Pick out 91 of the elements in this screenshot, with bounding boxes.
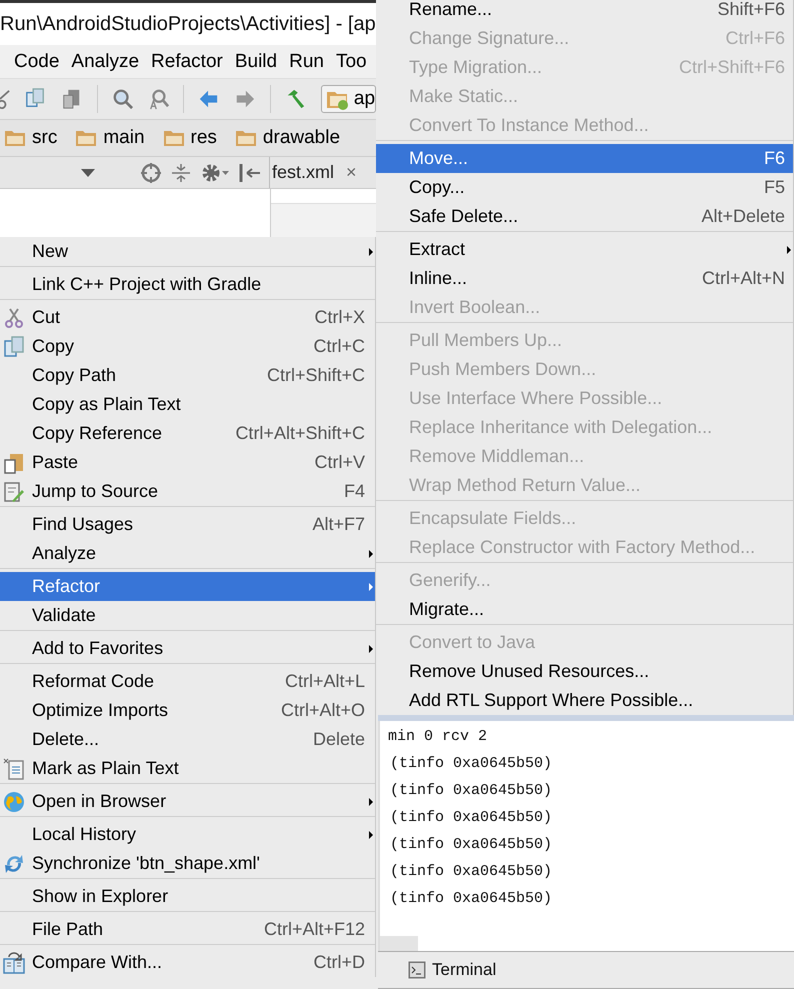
shortcut-label: Ctrl+Shift+C (266, 365, 365, 386)
menu-item[interactable]: Paste Ctrl+V (0, 448, 375, 477)
menu-item[interactable]: Local History (0, 820, 375, 849)
menu-item[interactable]: Link C++ Project with Gradle (0, 270, 375, 299)
sync-icon (3, 852, 25, 874)
menu-item[interactable]: Extract (376, 235, 793, 264)
copy-icon (3, 336, 25, 358)
menu-item[interactable]: Copy Path Ctrl+Shift+C (0, 361, 375, 390)
globe-icon (3, 790, 25, 812)
menu-item[interactable]: Reformat Code Ctrl+Alt+L (0, 667, 375, 696)
shortcut-label: Ctrl+Alt+Shift+C (234, 423, 365, 444)
console-line: (tinfo 0xa0645b50) (390, 808, 554, 828)
collapse-icon[interactable] (171, 162, 191, 182)
run-config-dropdown[interactable]: ap (320, 85, 376, 113)
text-file-icon (3, 758, 25, 780)
tool-window-tab[interactable]: Terminal (408, 960, 496, 980)
menu-item[interactable]: Add RTL Support Where Possible... (376, 686, 793, 715)
menu-item[interactable]: Cut Ctrl+X (0, 303, 375, 332)
scrollbar-thumb[interactable] (380, 936, 418, 951)
menu-bar-item[interactable]: Refactor (151, 50, 223, 72)
menu-bar-item[interactable]: Run (289, 50, 324, 72)
shortcut-label: Ctrl+F6 (724, 28, 785, 49)
hide-panel-icon[interactable] (239, 162, 261, 182)
menu-item[interactable]: Rename... Shift+F6 (376, 0, 793, 24)
menu-item[interactable]: Copy Ctrl+C (0, 332, 375, 361)
console-line: (tinfo 0xa0645b50) (390, 835, 554, 855)
shortcut-label: Shift+F6 (716, 0, 785, 20)
menu-item[interactable]: Synchronize 'btn_shape.xml' (0, 849, 375, 878)
shortcut-label: Alt+F7 (311, 514, 365, 535)
shortcut-label: F5 (762, 177, 785, 198)
compare-icon (3, 952, 25, 974)
clipboard-icon (3, 452, 25, 474)
shortcut-label: Ctrl+C (312, 336, 365, 357)
console-line: (tinfo 0xa0645b50) (390, 889, 554, 909)
close-button[interactable]: × (346, 162, 357, 183)
menu-item[interactable]: Copy as Plain Text (0, 390, 375, 419)
menu-bar-item[interactable]: Build (234, 50, 278, 72)
shortcut-label: Ctrl+Alt+F12 (262, 919, 365, 940)
folder-icon (162, 129, 185, 147)
menu-item[interactable]: Remove Unused Resources... (376, 657, 793, 686)
menu-item[interactable]: Show in Explorer (0, 882, 375, 911)
menu-item[interactable]: Copy Reference Ctrl+Alt+Shift+C (0, 419, 375, 448)
folder-icon (4, 129, 26, 147)
shortcut-label: Alt+Delete (700, 206, 785, 227)
shortcut-label: Ctrl+Shift+F6 (678, 57, 785, 78)
menu-item[interactable]: Jump to Source F4 (0, 477, 375, 506)
console-line: (tinfo 0xa0645b50) (390, 862, 554, 882)
menu-item[interactable]: Move... F6 (376, 144, 793, 173)
menu-item[interactable]: Find Usages Alt+F7 (0, 510, 375, 539)
menu-bar-item[interactable]: Code (14, 50, 60, 72)
dropdown-caret-icon[interactable] (81, 168, 95, 176)
document-pencil-icon (3, 480, 25, 502)
menu-item[interactable]: Compare With... Ctrl+D (0, 948, 375, 977)
shortcut-label: Delete (312, 729, 365, 750)
shortcut-label: F6 (762, 148, 785, 169)
breadcrumb[interactable]: main (71, 120, 159, 156)
folder-icon (75, 129, 98, 147)
menu-item[interactable]: Copy... F5 (376, 173, 793, 202)
breadcrumb[interactable]: drawable (230, 120, 354, 156)
shortcut-label: Ctrl+V (313, 452, 365, 473)
console-line: (tinfo 0xa0645b50) (390, 754, 554, 774)
shortcut-label: Ctrl+Alt+N (700, 268, 785, 289)
breadcrumb[interactable]: src (0, 120, 72, 156)
menu-item[interactable]: Validate (0, 601, 375, 630)
breadcrumb[interactable]: res (158, 120, 231, 156)
menu-item[interactable]: Mark as Plain Text (0, 754, 375, 783)
menu-item[interactable]: Inline... Ctrl+Alt+N (376, 264, 793, 293)
shortcut-label: Ctrl+Alt+L (284, 671, 365, 692)
shortcut-label: F4 (342, 481, 365, 502)
search-icon[interactable] (112, 87, 134, 111)
crosshair-icon[interactable] (141, 162, 161, 182)
menu-item[interactable]: Migrate... (376, 595, 793, 624)
terminal-icon (408, 961, 426, 979)
scissors-icon (3, 306, 25, 328)
menu-item[interactable]: Open in Browser (0, 787, 375, 816)
shortcut-label: Ctrl+Alt+O (280, 700, 365, 721)
menu-item[interactable]: Delete... Delete (0, 725, 375, 754)
menu-item[interactable]: Optimize Imports Ctrl+Alt+O (0, 696, 375, 725)
gear-icon[interactable] (201, 162, 229, 182)
console-line: (tinfo 0xa0645b50) (390, 781, 554, 801)
menu-bar-item[interactable]: Too (336, 50, 367, 72)
menu-item[interactable]: Safe Delete... Alt+Delete (376, 202, 793, 231)
menu-item[interactable]: Refactor (0, 572, 375, 601)
menu-item[interactable]: File Path Ctrl+Alt+F12 (0, 915, 375, 944)
menu-bar-item[interactable]: Analyze (71, 50, 140, 72)
folder-icon (234, 129, 257, 147)
shortcut-label: Ctrl+X (313, 307, 365, 328)
console-line: min 0 rcv 2 (388, 727, 488, 747)
hammer-icon[interactable] (285, 87, 307, 111)
search-replace-icon[interactable] (148, 87, 170, 111)
shortcut-label: Ctrl+D (312, 952, 365, 973)
